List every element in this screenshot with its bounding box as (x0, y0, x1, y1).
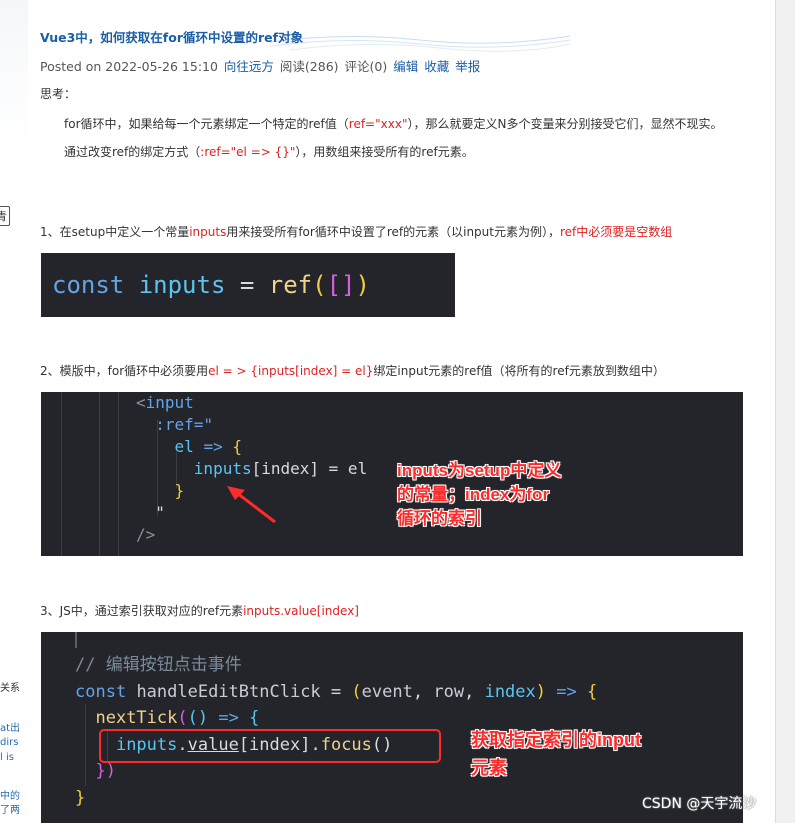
sidebar-link[interactable]: l is (0, 751, 14, 765)
annotation-inputs: inputs为setup中定义 的常量；index为for 循环的索引 (397, 461, 562, 528)
post-date: Posted on 2022-05-26 15:10 (40, 59, 218, 74)
code-line: const inputs = ref([]) (52, 271, 370, 299)
annotation-focus: 获取指定索引的input 元素 (471, 730, 641, 778)
sidebar-text: 关系 (0, 683, 20, 694)
page-right-border (775, 0, 795, 823)
read-count: 阅读(286) (279, 59, 339, 74)
think-label: 思考： (40, 87, 77, 101)
watermark: CSDN @天宇流沙 (642, 796, 757, 812)
highlight-box (99, 729, 441, 763)
paragraph-1: for循环中，如果给每一个元素绑定一个特定的ref值（ref="xxx"），那么… (64, 117, 723, 131)
code-block-3: // 编辑按钮点击事件 const handleEditBtnClick = (… (41, 632, 743, 823)
sidebar-decoration (0, 0, 28, 150)
arrow-icon (227, 486, 276, 524)
code-block-1: const inputs = ref([]) (41, 253, 455, 317)
sidebar-link[interactable]: at出 (0, 722, 20, 736)
post-title[interactable]: Vue3中，如何获取在for循环中设置的ref对象 (40, 26, 765, 50)
sidebar-link[interactable]: 了两 (0, 804, 20, 818)
paragraph-2: 通过改变ref的绑定方式（:ref="el => {}"），用数组来接受所有的r… (64, 145, 474, 159)
post-meta: Posted on 2022-05-26 15:10 向往远方 阅读(286) … (40, 58, 765, 76)
edit-link[interactable]: 编辑 (393, 59, 418, 74)
blog-post: Vue3中，如何获取在for循环中设置的ref对象 Posted on 2022… (40, 26, 765, 162)
left-sidebar: 青 关系 at出 dirs l is 中的 了两 (0, 0, 28, 823)
step-1-text: 1、在setup中定义一个常量inputs用来接受所有for循环中设置了ref的… (40, 225, 673, 239)
sidebar-button[interactable]: 青 (0, 206, 10, 226)
favorite-link[interactable]: 收藏 (424, 59, 449, 74)
sidebar-link[interactable]: 中的 (0, 790, 20, 804)
step-3-text: 3、JS中，通过索引获取对应的ref元素inputs.value[index] (40, 604, 359, 618)
comment-count[interactable]: 评论(0) (345, 59, 388, 74)
step-2-text: 2、模版中，for循环中必须要用el = > {inputs[index] = … (40, 364, 665, 378)
sidebar-link[interactable]: dirs (0, 736, 18, 750)
code-block-2: <input :ref=" el => { inputs[index] = el… (41, 392, 743, 556)
report-link[interactable]: 举报 (455, 59, 480, 74)
post-header: Vue3中，如何获取在for循环中设置的ref对象 (40, 26, 765, 52)
author-link[interactable]: 向往远方 (224, 59, 274, 74)
